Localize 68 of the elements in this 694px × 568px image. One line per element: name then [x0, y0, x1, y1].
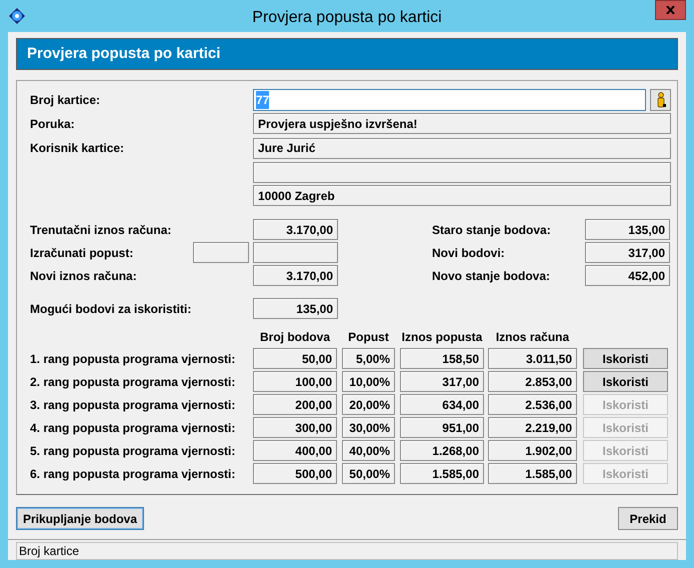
points-cell: 50,00 — [253, 348, 337, 369]
tier-label: 5. rang popusta programa vjernosti: — [30, 442, 236, 460]
total-cell: 2.536,00 — [488, 394, 577, 415]
field-label: Staro stanje bodova: — [432, 222, 552, 238]
app-icon — [8, 7, 26, 25]
total-cell: 2.853,00 — [488, 371, 577, 392]
points-field: 317,00 — [585, 242, 670, 263]
tier-label: 2. rang popusta programa vjernosti: — [30, 374, 236, 390]
window-title: Provjera popusta po kartici — [251, 8, 443, 28]
column-header: Popust — [347, 329, 390, 346]
column-header: Iznos računa — [494, 329, 570, 346]
lookup-button[interactable] — [650, 89, 671, 111]
percent-cell: 30,00% — [342, 417, 395, 438]
percent-cell: 10,00% — [342, 371, 395, 392]
footer-button[interactable]: Prekid — [618, 507, 678, 530]
total-cell: 1.902,00 — [488, 440, 577, 461]
holder-field: 10000 Zagreb — [253, 185, 671, 206]
use-button[interactable]: Iskoristi — [583, 371, 668, 392]
points-cell: 400,00 — [253, 440, 337, 461]
points-field: 135,00 — [585, 219, 670, 240]
points-cell: 500,00 — [253, 463, 337, 484]
discount-rate-field — [193, 242, 249, 263]
use-button[interactable]: Iskoristi — [583, 348, 668, 369]
card-number-field[interactable]: 77 — [253, 89, 646, 111]
total-cell: 1.585,00 — [488, 463, 577, 484]
column-header: Iznos popusta — [400, 329, 484, 346]
points-field: 452,00 — [585, 265, 670, 286]
field-label: Poruka: — [30, 116, 76, 132]
discount-cell: 1.268,00 — [400, 440, 484, 461]
column-header: Broj bodova — [258, 329, 332, 346]
field-label: Broj kartice: — [30, 92, 102, 109]
close-button[interactable] — [655, 0, 686, 20]
amount-field: 3.170,00 — [253, 265, 338, 286]
field-label: Novi iznos računa: — [30, 268, 138, 284]
discount-cell: 317,00 — [400, 371, 484, 392]
field-label: Novo stanje bodova: — [432, 268, 552, 284]
header-bar: Provjera popusta po kartici — [16, 38, 678, 70]
tier-label: 3. rang popusta programa vjernosti: — [30, 396, 236, 414]
tier-label: 1. rang popusta programa vjernosti: — [30, 350, 236, 368]
available-points-field: 135,00 — [253, 298, 338, 319]
amount-field: 3.170,00 — [253, 219, 338, 240]
points-cell: 300,00 — [253, 417, 337, 438]
field-label: Korisnik kartice: — [30, 141, 124, 155]
discount-cell: 158,50 — [400, 348, 484, 369]
total-cell: 3.011,50 — [488, 348, 577, 369]
close-icon — [666, 6, 675, 14]
discount-cell: 634,00 — [400, 394, 484, 415]
discount-cell: 951,00 — [400, 417, 484, 438]
points-cell: 100,00 — [253, 371, 337, 392]
footer-button[interactable]: Prikupljanje bodova — [16, 507, 144, 530]
tier-label: 6. rang popusta programa vjernosti: — [30, 466, 236, 482]
field-value: 77 — [256, 91, 270, 109]
field-label: Novi bodovi: — [432, 244, 506, 262]
status-bar: Broj kartice — [16, 542, 678, 560]
percent-cell: 40,00% — [342, 440, 395, 461]
message-field: Provjera uspješno izvršena! — [253, 113, 671, 134]
percent-cell: 50,00% — [342, 463, 395, 484]
holder-field: Jure Jurić — [253, 138, 671, 158]
person-icon — [654, 92, 666, 108]
field-label: Mogući bodovi za iskoristiti: — [30, 300, 192, 318]
discount-cell: 1.585,00 — [400, 463, 484, 484]
percent-cell: 5,00% — [342, 348, 395, 369]
points-cell: 200,00 — [253, 394, 337, 415]
field-label: Trenutačni iznos računa: — [30, 222, 172, 238]
total-cell: 2.219,00 — [488, 417, 577, 438]
field-label: Izračunati popust: — [30, 244, 134, 262]
percent-cell: 20,00% — [342, 394, 395, 415]
tier-label: 4. rang popusta programa vjernosti: — [30, 420, 236, 436]
